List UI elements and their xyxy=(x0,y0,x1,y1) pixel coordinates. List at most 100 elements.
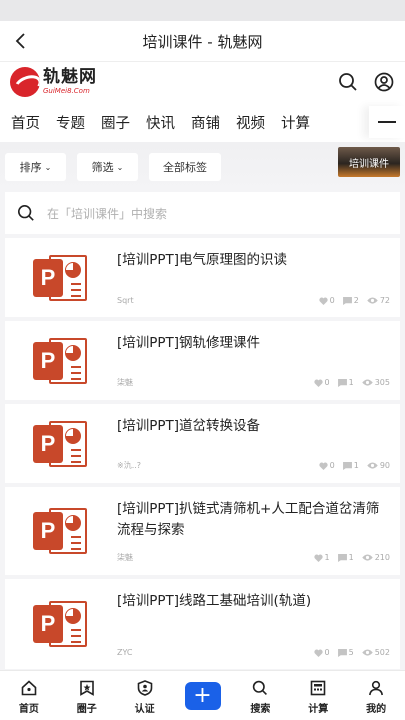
ppt-file-icon: P xyxy=(5,321,115,400)
user-icon[interactable] xyxy=(373,71,395,93)
nav-item-shops[interactable]: 商铺 xyxy=(191,112,220,133)
filter-dropdown[interactable]: 筛选 ⌄ xyxy=(77,153,138,181)
ppt-file-icon: P xyxy=(5,487,115,575)
eye-icon xyxy=(367,297,378,304)
nav-item-videos[interactable]: 视频 xyxy=(236,112,265,133)
tab-certification[interactable]: 认证 xyxy=(116,671,174,720)
list-item[interactable]: P [培训PPT]扒链式清筛机+人工配合道岔清筛流程与探索 柒魅 1 1 210 xyxy=(5,487,400,575)
like-count: 0 xyxy=(324,378,330,387)
sort-dropdown[interactable]: 排序 ⌄ xyxy=(5,153,66,181)
list-item[interactable]: P [培训PPT]钢轨修理课件 柒魅 0 1 305 xyxy=(5,321,400,400)
list-item[interactable]: P [培训PPT]电气原理图的识读 Sqrt 0 2 72 xyxy=(5,238,400,317)
view-count: 210 xyxy=(374,553,390,562)
all-tags-button[interactable]: 全部标签 xyxy=(149,153,221,181)
item-title: [培训PPT]线路工基础培训(轨道) xyxy=(117,593,312,609)
item-title: [培训PPT]钢轨修理课件 xyxy=(117,335,261,351)
sort-label: 排序 xyxy=(19,161,42,174)
tab-home[interactable]: 首页 xyxy=(0,671,58,720)
filter-label: 筛选 xyxy=(91,161,114,174)
back-arrow-icon[interactable] xyxy=(10,30,32,52)
search-icon[interactable] xyxy=(337,71,359,93)
comment-icon xyxy=(342,296,352,305)
all-tags-label: 全部标签 xyxy=(163,161,207,174)
filter-bar: 排序 ⌄ 筛选 ⌄ 全部标签 培训课件 xyxy=(0,142,405,192)
comment-icon xyxy=(337,553,347,562)
tab-publish[interactable]: + xyxy=(174,671,232,720)
nav-item-circles[interactable]: 圈子 xyxy=(101,112,130,133)
user-icon xyxy=(368,677,384,699)
status-bar xyxy=(0,0,405,21)
eye-icon xyxy=(367,462,378,469)
search-icon xyxy=(252,677,268,699)
menu-icon xyxy=(378,121,396,123)
course-list: P [培训PPT]电气原理图的识读 Sqrt 0 2 72 P [培训PPT]钢… xyxy=(0,238,405,669)
search-field[interactable]: 在「培训课件」中搜索 xyxy=(5,192,400,234)
item-author[interactable]: ZYC xyxy=(117,648,306,657)
view-count: 72 xyxy=(379,296,390,305)
comment-count: 1 xyxy=(348,378,354,387)
eye-icon xyxy=(361,649,373,656)
list-item[interactable]: P [培训PPT]道岔转换设备 ※氿..? 0 1 90 xyxy=(5,404,400,483)
tab-label: 我的 xyxy=(366,703,387,715)
tab-label: 计算 xyxy=(308,703,329,715)
bookmark-star-icon xyxy=(79,677,95,699)
tab-search[interactable]: 搜索 xyxy=(231,671,289,720)
shield-user-icon xyxy=(137,677,153,699)
heart-icon xyxy=(313,379,323,387)
search-placeholder: 在「培训课件」中搜索 xyxy=(47,206,168,221)
nav-item-home[interactable]: 首页 xyxy=(11,112,40,133)
heart-icon xyxy=(313,649,323,657)
title-bar: 培训课件 - 轨魅网 xyxy=(0,21,405,62)
tab-label: 搜索 xyxy=(250,703,271,715)
heart-icon xyxy=(313,554,323,562)
banner-label: 培训课件 xyxy=(349,158,389,170)
menu-toggle-button[interactable] xyxy=(369,106,405,138)
ppt-file-icon: P xyxy=(5,404,115,483)
page-title: 培训课件 - 轨魅网 xyxy=(142,32,263,51)
like-count: 1 xyxy=(324,553,330,562)
tab-label: 首页 xyxy=(18,703,39,715)
comment-count: 2 xyxy=(353,296,359,305)
like-count: 0 xyxy=(329,461,335,470)
like-count: 0 xyxy=(329,296,335,305)
tab-circles[interactable]: 圈子 xyxy=(58,671,116,720)
comment-icon xyxy=(337,648,347,657)
like-count: 0 xyxy=(324,648,330,657)
logo-name: 轨魅网 xyxy=(43,67,97,87)
tab-label: 圈子 xyxy=(76,703,97,715)
item-author[interactable]: 柒魅 xyxy=(117,377,306,388)
comment-icon xyxy=(337,378,347,387)
item-author[interactable]: Sqrt xyxy=(117,296,311,305)
item-author[interactable]: 柒魅 xyxy=(117,552,306,563)
nav-item-calculate[interactable]: 计算 xyxy=(281,112,310,133)
view-count: 305 xyxy=(374,378,390,387)
eye-icon xyxy=(361,554,373,561)
tab-label: 认证 xyxy=(134,703,155,715)
item-title: [培训PPT]扒链式清筛机+人工配合道岔清筛流程与探索 xyxy=(117,501,380,538)
view-count: 502 xyxy=(374,648,390,657)
nav-item-news[interactable]: 快讯 xyxy=(146,112,175,133)
calculator-icon xyxy=(310,677,326,699)
tab-calculate[interactable]: 计算 xyxy=(289,671,347,720)
chevron-down-icon: ⌄ xyxy=(44,162,52,172)
comment-count: 1 xyxy=(348,553,354,562)
heart-icon xyxy=(318,297,328,305)
heart-icon xyxy=(318,462,328,470)
comment-count: 5 xyxy=(348,648,354,657)
home-icon xyxy=(21,677,37,699)
bottom-tab-bar: 首页 圈子 认证 + 搜索 计算 我的 xyxy=(0,670,405,720)
logo-domain: GuiMei8.Com xyxy=(43,87,90,95)
item-author[interactable]: ※氿..? xyxy=(117,460,311,471)
category-banner[interactable]: 培训课件 xyxy=(338,147,400,177)
comment-count: 1 xyxy=(353,461,359,470)
item-title: [培训PPT]道岔转换设备 xyxy=(117,418,261,434)
view-count: 90 xyxy=(379,461,390,470)
category-nav: 首页 专题 圈子 快讯 商铺 视频 计算 xyxy=(0,102,405,142)
comment-icon xyxy=(342,461,352,470)
nav-item-topics[interactable]: 专题 xyxy=(56,112,85,133)
tab-profile[interactable]: 我的 xyxy=(347,671,405,720)
site-logo[interactable]: 轨魅网 GuiMei8.Com xyxy=(10,67,97,97)
list-item[interactable]: P [培训PPT]线路工基础培训(轨道) ZYC 0 5 502 xyxy=(5,579,400,669)
logo-mark-icon xyxy=(10,67,40,97)
search-icon xyxy=(17,204,34,221)
